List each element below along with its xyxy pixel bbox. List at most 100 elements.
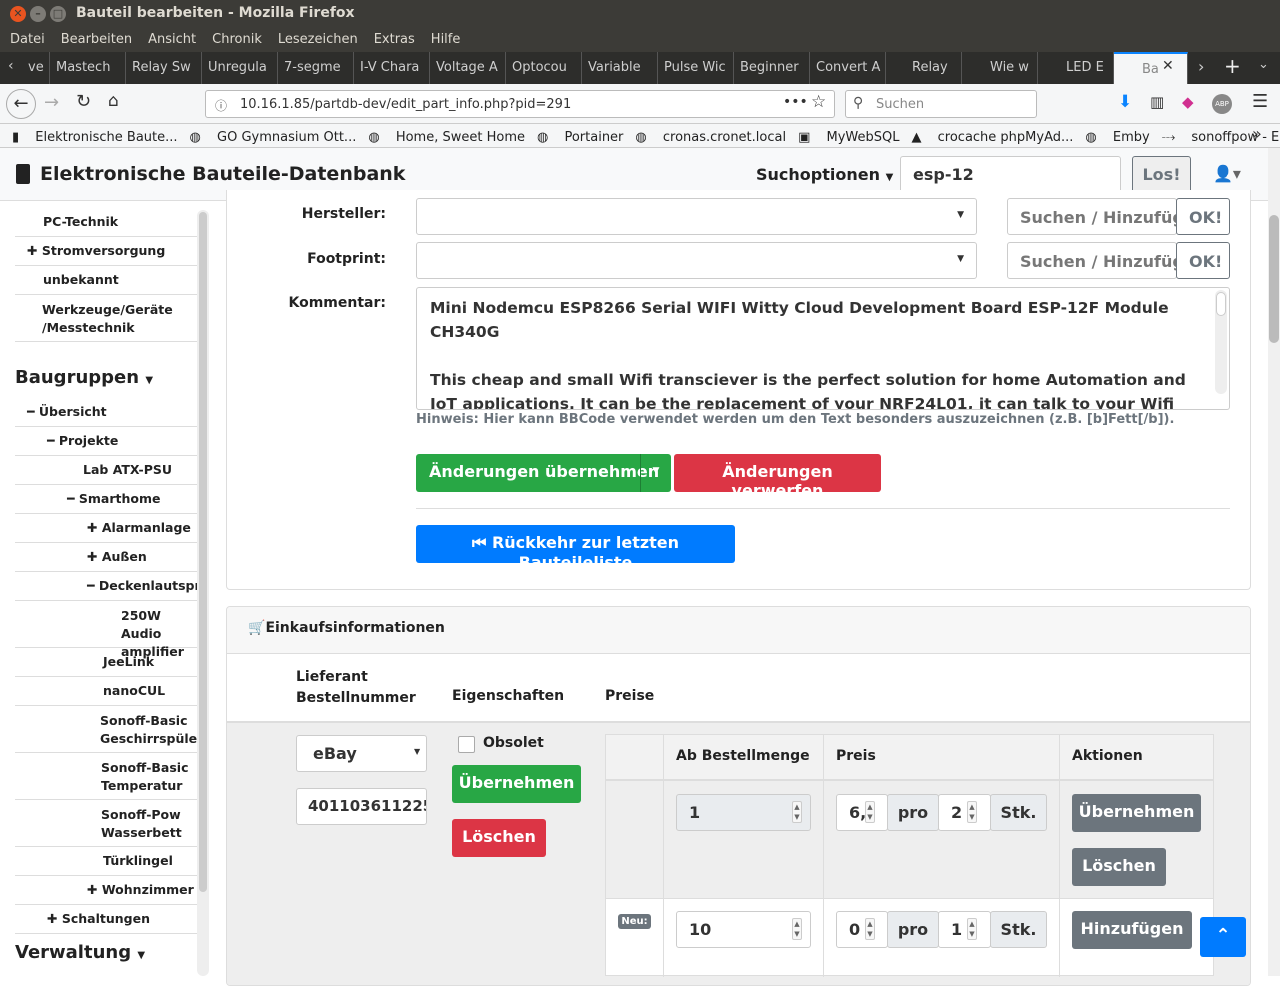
order-number-input[interactable]: 401103611225 [296,788,427,825]
bookmark[interactable]: ▣ MyWebSQL [798,124,899,145]
discard-changes-button[interactable]: Änderungen verwerfen [674,454,881,500]
minimize-window-icon[interactable]: – [30,6,46,22]
download-icon[interactable]: ⬇ [1118,92,1132,112]
collapse-icon[interactable]: ━ [87,578,95,593]
adblock-icon[interactable]: ABP [1212,94,1232,114]
min-qty-input[interactable]: 1 ▲ ▼ [676,794,811,831]
orderdetail-apply-button[interactable]: Übernehmen [452,765,581,803]
menu-bearbeiten[interactable]: Bearbeiten [61,28,132,47]
bookmark[interactable]: ▲ crocache phpMyAd... [912,124,1074,145]
sidebar-group-smarthome[interactable]: ━ Smarthome [15,485,197,514]
tab-scroll-left-icon[interactable]: ‹ [8,58,14,74]
footprint-ok-button[interactable]: OK! [1176,242,1230,279]
new-tab-icon[interactable]: + [1224,54,1241,78]
tab[interactable]: Convert A [810,52,886,84]
obsolete-checkbox[interactable] [458,736,475,753]
new-price-input[interactable]: 0 ▲ ▼ [836,911,888,948]
sidebar-group-uebersicht[interactable]: ━ Übersicht [15,398,197,427]
bookmark[interactable]: ◍ GO Gymnasium Ott... [190,124,357,145]
sidebar-group-sonoff-geschirrspueler[interactable]: Sonoff-Basic Geschirrspüler [15,706,203,753]
spinner-icon[interactable]: ▲ ▼ [865,801,875,823]
expand-icon[interactable]: ✚ [87,520,97,535]
apply-changes-button[interactable]: Änderungen übernehmen [416,454,671,492]
manufacturer-search-add-input[interactable]: Suchen / Hinzufügen [1007,198,1177,235]
new-price-related-qty-input[interactable]: 1 ▲ ▼ [938,911,991,948]
tab[interactable]: I-V Chara [354,52,430,84]
tab[interactable]: Mastech [50,52,126,84]
bookmark-star-icon[interactable]: ☆ [811,92,826,112]
tab[interactable]: Wie w [962,52,1038,84]
supplier-select[interactable]: eBay [296,735,427,772]
expand-icon[interactable]: ✚ [47,911,57,926]
tab[interactable]: Unregula [202,52,278,84]
tab[interactable]: LED E [1038,52,1114,84]
menu-datei[interactable]: Datei [10,28,45,47]
bookmark[interactable]: ◍ Portainer [537,124,623,145]
forward-icon[interactable]: → [44,92,59,113]
footprint-search-add-input[interactable]: Suchen / Hinzufügen [1007,242,1177,279]
sidebar-item-werkzeuge[interactable]: Werkzeuge/Geräte /Messtechnik [15,295,197,342]
orderdetail-delete-button[interactable]: Löschen [452,819,546,857]
sidebar-group-jeelink[interactable]: JeeLink [15,648,197,677]
sidebar-scrollbar-thumb[interactable] [199,212,207,892]
search-input[interactable]: esp-12 [900,156,1121,193]
price-related-qty-input[interactable]: 2 ▲ ▼ [938,794,991,831]
footprint-select[interactable]: ▼ [416,242,977,279]
menu-lesezeichen[interactable]: Lesezeichen [278,28,358,47]
back-icon[interactable]: ← [6,89,36,119]
tab-active[interactable]: Ba [1114,52,1188,84]
page-actions-icon[interactable]: ••• [783,94,808,110]
manufacturer-ok-button[interactable]: OK! [1176,198,1230,235]
tab[interactable]: ve [22,52,50,84]
price-input[interactable]: 6, ▲ ▼ [836,794,888,831]
tab[interactable]: Pulse Wic [658,52,734,84]
price-apply-button[interactable]: Übernehmen [1072,794,1201,832]
back-to-top-button[interactable]: ⌃ [1200,917,1246,957]
tab-scroll-right-icon[interactable]: › [1198,57,1204,76]
manufacturer-select[interactable]: ▼ [416,198,977,235]
sidebar-group-wohnzimmer[interactable]: ✚ Wohnzimmer [15,876,197,905]
bookmark[interactable]: ◍ Home, Sweet Home [368,124,525,145]
search-go-button[interactable]: Los! [1132,156,1191,193]
sidebar-item-pc-technik[interactable]: PC-Technik [15,208,197,237]
close-window-icon[interactable]: ✕ [10,6,26,22]
sidebar-group-aussen[interactable]: ✚ Außen [15,543,197,572]
search-options-dropdown[interactable]: Suchoptionen ▼ [756,165,893,184]
home-icon[interactable]: ⌂ [108,91,119,111]
collapse-icon[interactable]: ━ [67,491,75,506]
tab[interactable]: Beginner [734,52,810,84]
menu-extras[interactable]: Extras [374,28,415,47]
menu-hilfe[interactable]: Hilfe [431,28,461,47]
page-scrollbar-thumb[interactable] [1269,215,1279,343]
bookmark[interactable]: ◍ cronas.cronet.local [635,124,786,145]
maximize-window-icon[interactable]: □ [50,6,66,22]
site-info-icon[interactable]: ⓘ [215,97,227,114]
expand-icon[interactable]: ✚ [87,549,97,564]
sidebar-group-sonoff-pow-wasserbett[interactable]: Sonoff-Pow Wasserbett [15,800,197,847]
collapse-icon[interactable]: ━ [27,404,35,419]
reload-icon[interactable]: ↻ [76,91,91,112]
menu-ansicht[interactable]: Ansicht [148,28,196,47]
extension-icon[interactable]: ◆ [1182,93,1194,111]
menu-chronik[interactable]: Chronik [212,28,262,47]
spinner-icon[interactable]: ▲ ▼ [967,918,977,940]
bookmark[interactable]: ⤏ sonoffpow - ESPUR... [1162,124,1280,145]
spinner-icon[interactable]: ▲ ▼ [792,801,802,823]
spinner-icon[interactable]: ▲ ▼ [865,918,875,940]
sidebar-group-250w-audio-amplifier[interactable]: 250W Audio amplifier [15,601,197,659]
spinner-icon[interactable]: ▲ ▼ [967,801,977,823]
bookmark[interactable]: ▮ Elektronische Baute... [12,124,178,145]
user-menu-icon[interactable]: 👤▾ [1213,164,1241,183]
browser-search-input[interactable]: Suchen [845,90,1037,118]
app-brand[interactable]: Elektronische Bauteile-Datenbank [40,163,405,185]
sidebar-group-nanocul[interactable]: nanoCUL [15,677,197,706]
tab[interactable]: Voltage A [430,52,506,84]
close-tab-icon[interactable]: ✕ [1162,58,1174,74]
sidebar-group-sonoff-temperatur[interactable]: Sonoff-Basic Temperatur [15,753,197,800]
sidebar-heading-verwaltung[interactable]: Verwaltung ▼ [15,942,145,963]
sidebar-group-lab-atx-psu[interactable]: Lab ATX-PSU [15,456,197,485]
bookmark[interactable]: ◍ Emby [1085,124,1149,145]
tab[interactable]: Relay [886,52,962,84]
library-icon[interactable]: ▥ [1150,93,1164,111]
sidebar-group-alarmanlage[interactable]: ✚ Alarmanlage [15,514,197,543]
